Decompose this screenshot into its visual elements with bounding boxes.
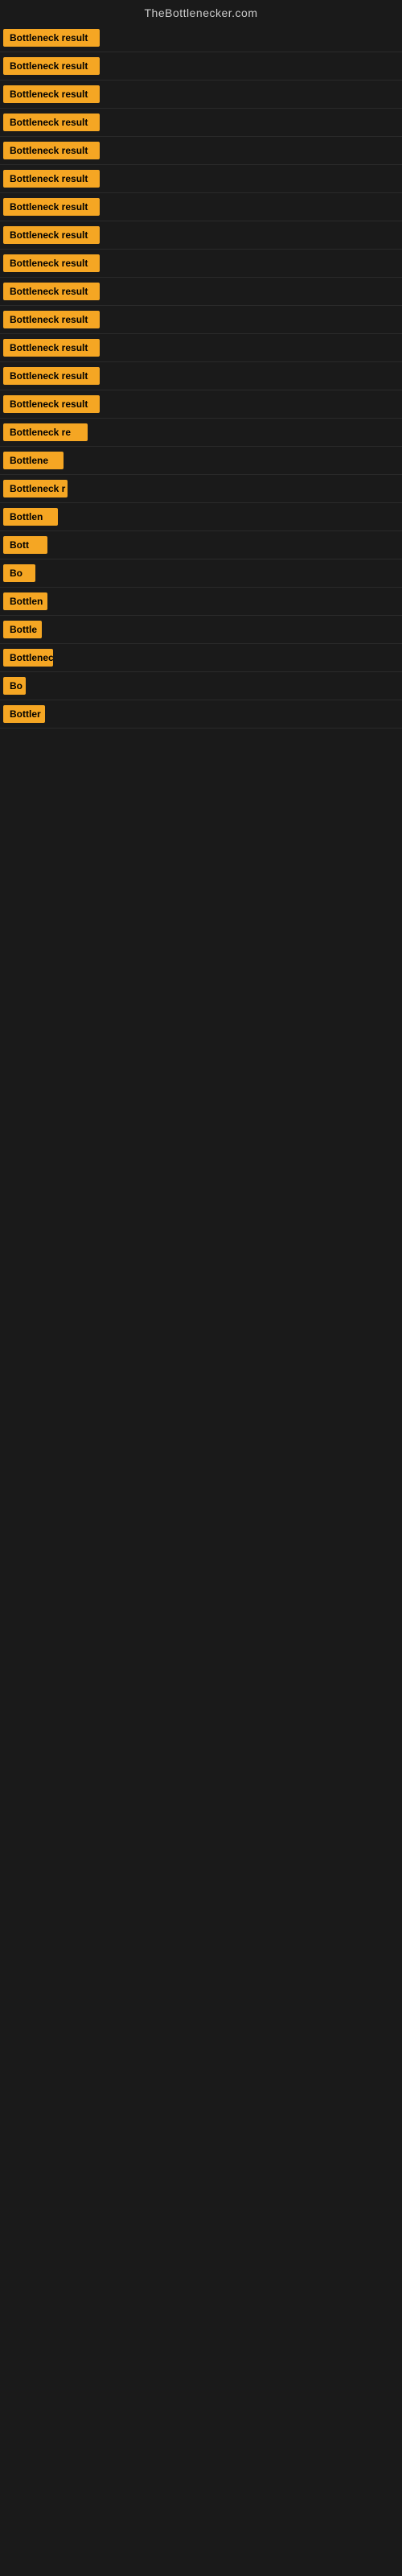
list-item: Bottleneck result — [0, 221, 402, 250]
list-item: Bottleneck result — [0, 24, 402, 52]
list-item: Bottleneck result — [0, 165, 402, 193]
page-spacer — [0, 730, 402, 1696]
site-header: TheBottlenecker.com — [0, 0, 402, 23]
bottleneck-badge[interactable]: Bottleneck result — [3, 311, 100, 328]
bottleneck-badge[interactable]: Bottlen — [3, 592, 47, 610]
bottleneck-badge[interactable]: Bottleneck result — [3, 85, 100, 103]
list-item: Bo — [0, 559, 402, 588]
bottleneck-badge[interactable]: Bottleneck result — [3, 367, 100, 385]
bottleneck-badge[interactable]: Bottleneck result — [3, 142, 100, 159]
list-item: Bottleneck result — [0, 109, 402, 137]
bottleneck-badge[interactable]: Bottleneck result — [3, 57, 100, 75]
list-item: Bott — [0, 531, 402, 559]
bottleneck-badge[interactable]: Bottle — [3, 621, 42, 638]
bottleneck-badge[interactable]: Bottleneck result — [3, 254, 100, 272]
bottleneck-list: Bottleneck result Bottleneck result Bottle… — [0, 23, 402, 730]
site-title: TheBottlenecker.com — [144, 6, 257, 19]
list-item: Bottleneck result — [0, 193, 402, 221]
list-item: Bottleneck result — [0, 390, 402, 419]
bottleneck-badge[interactable]: Bo — [3, 677, 26, 695]
bottleneck-badge[interactable]: Bottleneck result — [3, 170, 100, 188]
list-item: Bottleneck result — [0, 334, 402, 362]
list-item: Bottleneck result — [0, 306, 402, 334]
bottleneck-badge[interactable]: Bottleneck result — [3, 395, 100, 413]
list-item: Bottlen — [0, 503, 402, 531]
bottleneck-badge[interactable]: Bottleneck result — [3, 339, 100, 357]
bottleneck-badge[interactable]: Bottleneck re — [3, 423, 88, 441]
list-item: Bottleneck result — [0, 80, 402, 109]
bottleneck-badge[interactable]: Bottleneck result — [3, 198, 100, 216]
list-item: Bottleneck result — [0, 278, 402, 306]
list-item: Bottle — [0, 616, 402, 644]
bottleneck-badge[interactable]: Bottleneck r — [3, 480, 68, 497]
bottleneck-badge[interactable]: Bottleneck result — [3, 29, 100, 47]
bottleneck-badge[interactable]: Bottleneck result — [3, 114, 100, 131]
bottleneck-badge[interactable]: Bo — [3, 564, 35, 582]
bottleneck-badge[interactable]: Bottlenec — [3, 649, 53, 667]
list-item: Bottleneck result — [0, 362, 402, 390]
bottleneck-badge[interactable]: Bottler — [3, 705, 45, 723]
list-item: Bottleneck re — [0, 419, 402, 447]
list-item: Bottleneck result — [0, 250, 402, 278]
list-item: Bottlen — [0, 588, 402, 616]
bottleneck-badge[interactable]: Bottleneck result — [3, 283, 100, 300]
list-item: Bottleneck result — [0, 137, 402, 165]
list-item: Bo — [0, 672, 402, 700]
bottleneck-badge[interactable]: Bottlen — [3, 508, 58, 526]
list-item: Bottleneck r — [0, 475, 402, 503]
list-item: Bottler — [0, 700, 402, 729]
bottleneck-badge[interactable]: Bottleneck result — [3, 226, 100, 244]
list-item: Bottleneck result — [0, 52, 402, 80]
list-item: Bottlene — [0, 447, 402, 475]
bottleneck-badge[interactable]: Bottlene — [3, 452, 64, 469]
list-item: Bottlenec — [0, 644, 402, 672]
bottleneck-badge[interactable]: Bott — [3, 536, 47, 554]
